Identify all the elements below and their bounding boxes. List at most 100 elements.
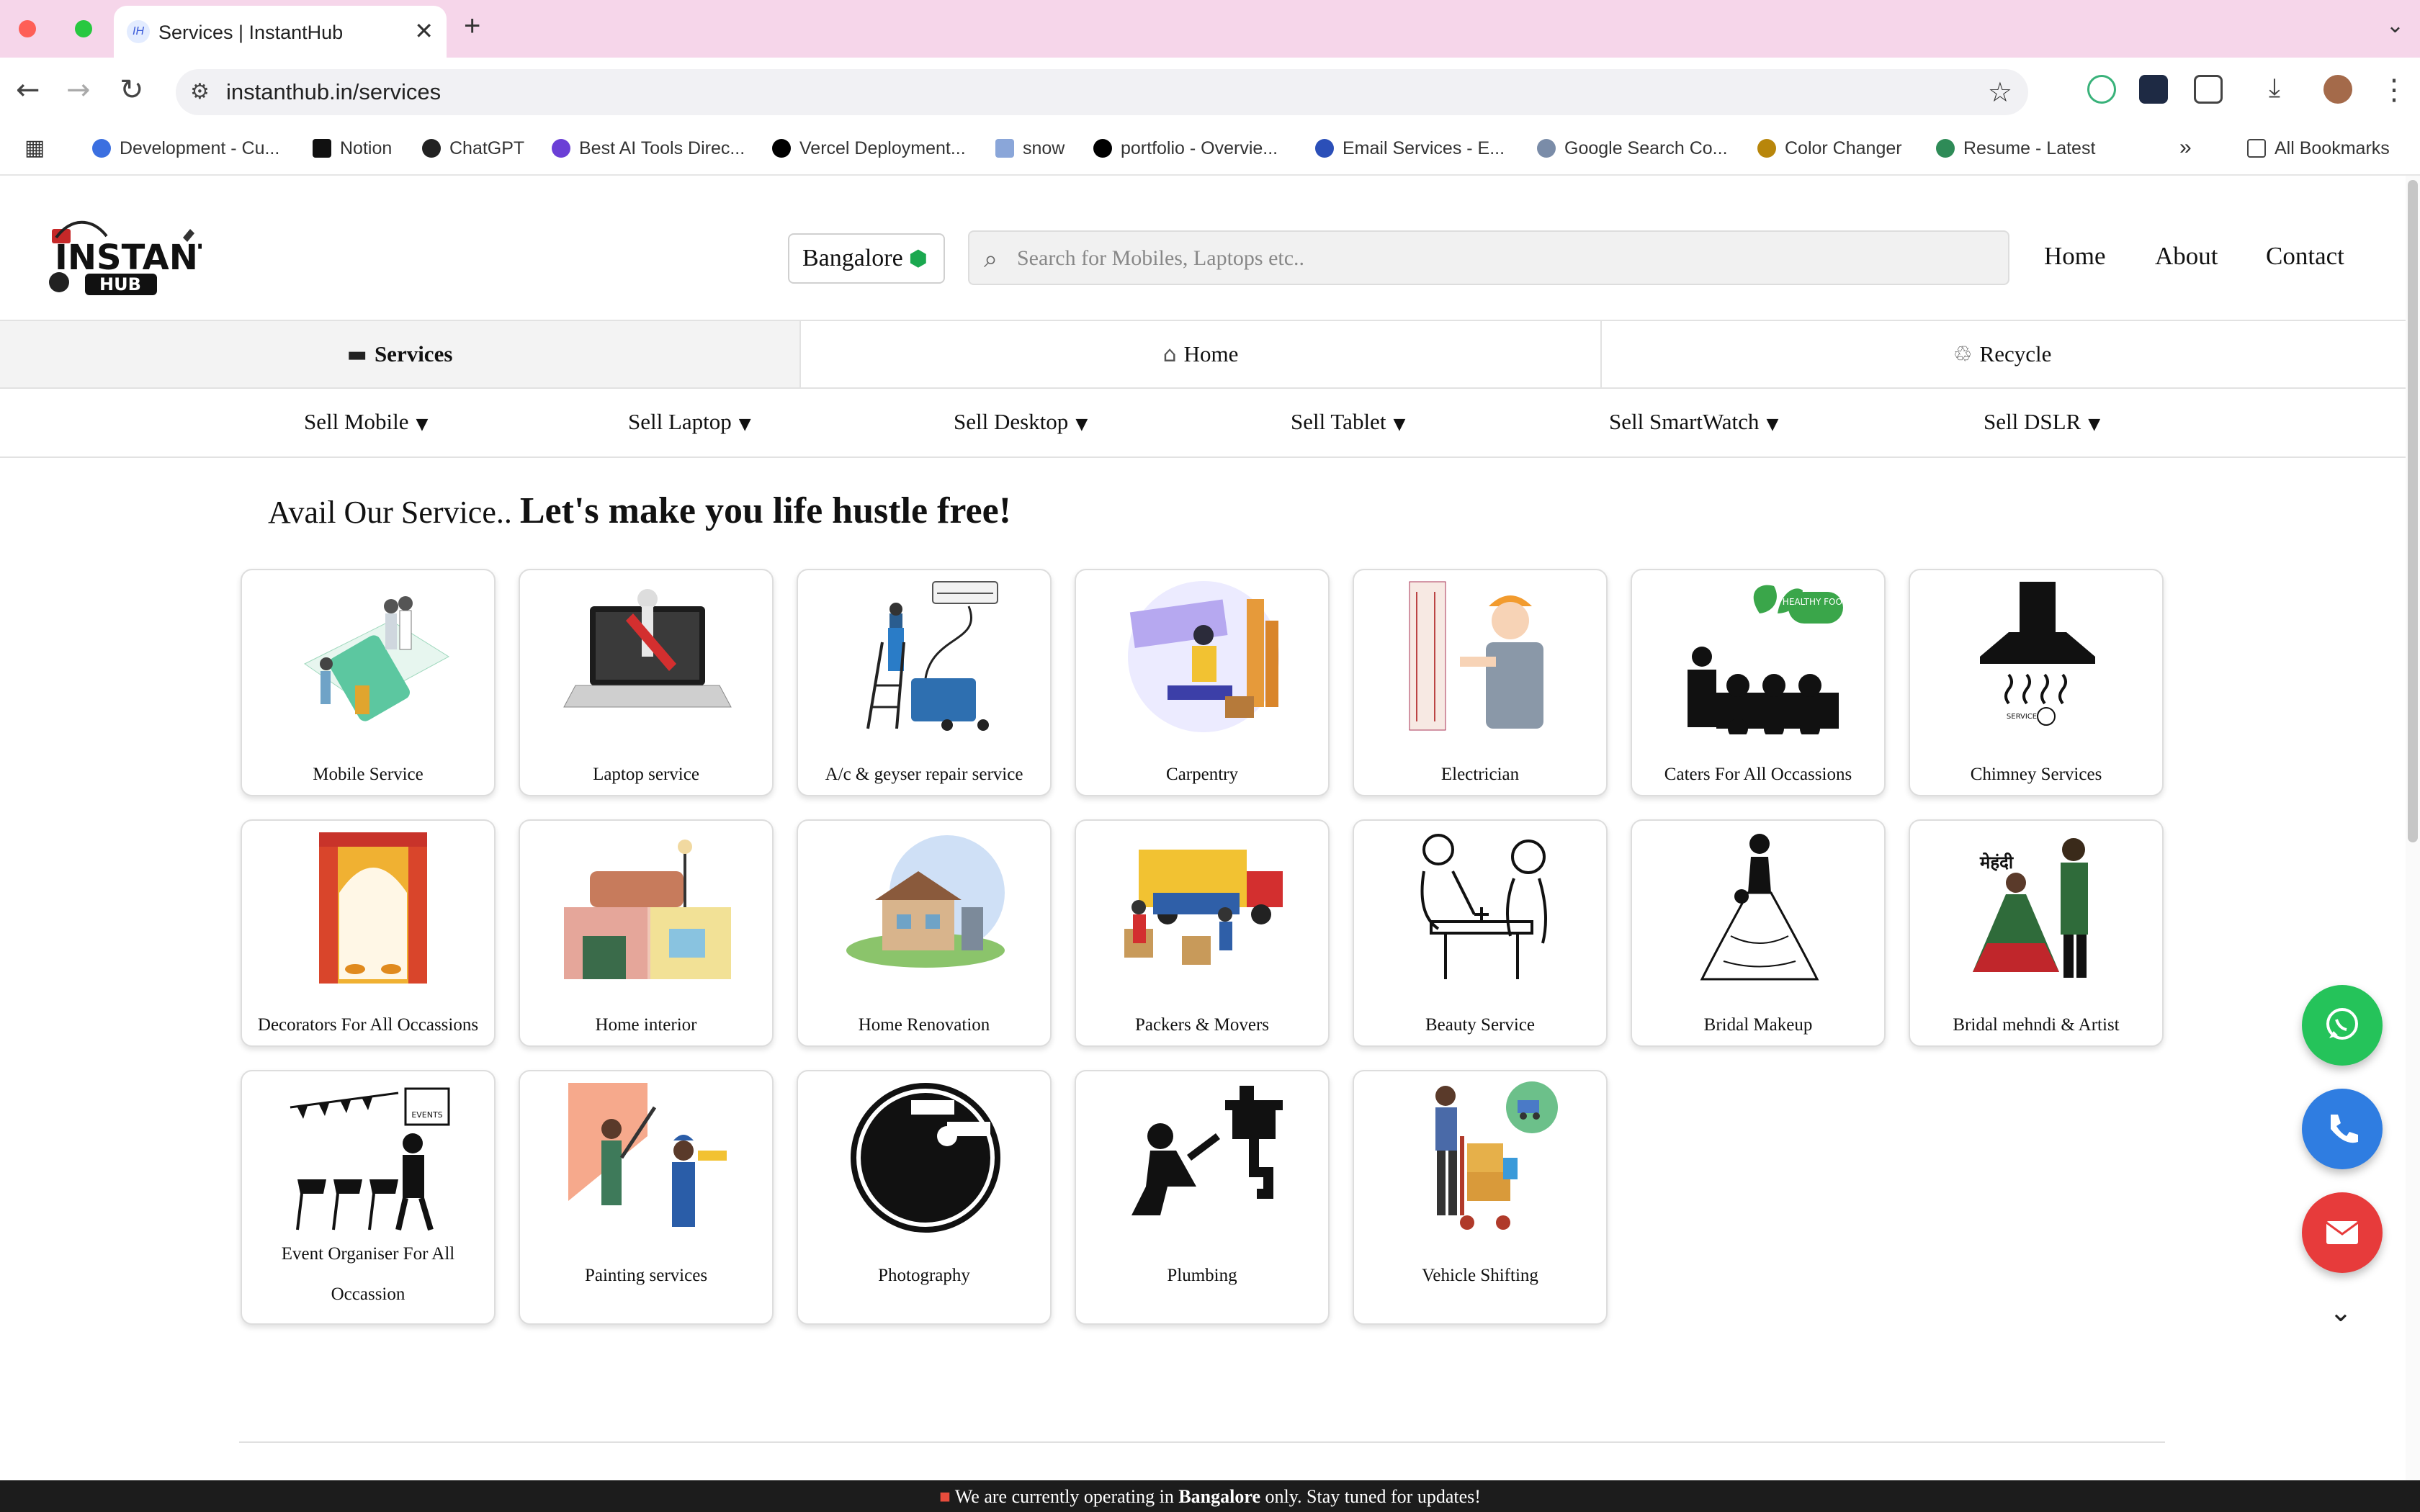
service-card-electrician[interactable]: Electrician	[1353, 569, 1608, 796]
whatsapp-button[interactable]	[2302, 985, 2383, 1066]
service-card-photography[interactable]: Photography	[797, 1070, 1052, 1325]
close-tab-icon[interactable]: ✕	[414, 17, 434, 45]
sell-mobile-dropdown[interactable]: Sell Mobile ▼	[304, 409, 428, 435]
bookmark-item[interactable]: Email Services - E...	[1315, 138, 1505, 159]
apps-grid-icon[interactable]: ▦	[24, 135, 45, 161]
city-selector[interactable]: Bangalore ⬢	[788, 233, 945, 284]
tab-search-chevron-icon[interactable]: ⌄	[2386, 13, 2404, 38]
bookmark-item[interactable]: Google Search Co...	[1537, 138, 1728, 159]
service-card-plumbing[interactable]: Plumbing	[1075, 1070, 1330, 1325]
sell-laptop-dropdown[interactable]: Sell Laptop ▼	[628, 409, 751, 435]
mail-icon	[2326, 1221, 2359, 1244]
service-card-decorators[interactable]: Decorators For All Occassions	[241, 819, 496, 1047]
tab-home[interactable]: ⌂ Home	[801, 321, 1602, 387]
service-card-vehicle-shifting[interactable]: Vehicle Shifting	[1353, 1070, 1608, 1325]
download-icon[interactable]: ⤓	[2269, 73, 2280, 104]
instanthub-logo[interactable]: INSTANT HUB	[42, 216, 202, 302]
profile-avatar[interactable]	[2323, 75, 2352, 104]
sell-smartwatch-dropdown[interactable]: Sell SmartWatch ▼	[1609, 409, 1778, 435]
bookmark-item[interactable]: Resume - Latest	[1936, 138, 2095, 159]
svg-text:SERVICE: SERVICE	[2007, 713, 2037, 721]
back-arrow-icon[interactable]: ←	[16, 73, 40, 107]
bookmark-item[interactable]: Notion	[313, 138, 392, 159]
chevron-down-icon: ▼	[2088, 415, 2101, 433]
service-card-ac-geyser[interactable]: A/c & geyser repair service	[797, 569, 1052, 796]
bookmark-favicon-icon	[772, 139, 791, 158]
service-card-chimney[interactable]: SERVICE Chimney Services	[1909, 569, 2164, 796]
reload-icon[interactable]: ↻	[120, 73, 144, 107]
painting-services-illustration	[568, 1083, 727, 1227]
more-bookmarks-icon[interactable]: »	[2179, 135, 2192, 160]
svg-text:HUB: HUB	[99, 274, 141, 294]
extension-1-icon[interactable]	[2087, 75, 2116, 104]
service-card-bridal-mehndi[interactable]: मेहंदी Bridal mehndi & Artist	[1909, 819, 2164, 1047]
nav-link-contact[interactable]: Contact	[2266, 242, 2344, 271]
service-card-home-interior[interactable]: Home interior	[519, 819, 774, 1047]
bookmark-item[interactable]: Development - Cu...	[92, 138, 279, 159]
bookmark-item[interactable]: snow	[995, 138, 1065, 159]
bookmark-item[interactable]: Color Changer	[1757, 138, 1902, 159]
service-label: Caters For All Occassions	[1664, 765, 1852, 784]
home-icon: ⌂	[1162, 342, 1177, 367]
scrollbar-thumb[interactable]	[2408, 180, 2418, 842]
bookmark-favicon-icon	[995, 139, 1014, 158]
service-label: Laptop service	[593, 765, 699, 784]
react-devtools-icon[interactable]	[2139, 75, 2168, 104]
svg-text:EVENTS: EVENTS	[411, 1110, 442, 1120]
home-renovation-illustration	[846, 835, 1005, 968]
bookmark-item[interactable]: Vercel Deployment...	[772, 138, 966, 159]
browser-toolbar: ← → ↻ ⚙ instanthub.in/services ☆ ⤓ ⋮	[0, 58, 2420, 127]
address-bar[interactable]: ⚙ instanthub.in/services ☆	[176, 69, 2028, 115]
sell-tablet-dropdown[interactable]: Sell Tablet ▼	[1291, 409, 1405, 435]
call-button[interactable]	[2302, 1089, 2383, 1169]
browser-tab[interactable]: IH Services | InstantHub ✕	[114, 6, 447, 58]
email-button[interactable]	[2302, 1192, 2383, 1273]
bookmark-item[interactable]: portfolio - Overvie...	[1093, 138, 1278, 159]
service-card-caters[interactable]: HEALTHY FOOD Caters For All Occassions	[1631, 569, 1886, 796]
service-card-mobile[interactable]: Mobile Service	[241, 569, 496, 796]
chevron-down-icon: ▼	[738, 415, 751, 433]
service-card-home-renovation[interactable]: Home Renovation	[797, 819, 1052, 1047]
photography-illustration	[851, 1083, 1000, 1233]
operating-area-banner: ■ We are currently operating in Bangalor…	[0, 1480, 2420, 1512]
svg-text:HEALTHY FOOD: HEALTHY FOOD	[1783, 597, 1846, 607]
bookmark-favicon-icon	[92, 139, 111, 158]
service-label: Packers & Movers	[1134, 1015, 1270, 1035]
extensions-puzzle-icon[interactable]	[2194, 75, 2223, 104]
service-card-laptop[interactable]: Laptop service	[519, 569, 774, 796]
sell-desktop-dropdown[interactable]: Sell Desktop ▼	[954, 409, 1088, 435]
chevron-down-icon: ▼	[1075, 415, 1088, 433]
service-card-bridal-makeup[interactable]: Bridal Makeup	[1631, 819, 1886, 1047]
close-window-button[interactable]	[19, 20, 36, 37]
bookmark-item[interactable]: ChatGPT	[422, 138, 524, 159]
collapse-chevron-icon[interactable]: ⌄	[2329, 1296, 2352, 1328]
event-organiser-illustration: EVENTS	[290, 1087, 450, 1231]
service-card-carpentry[interactable]: Carpentry	[1075, 569, 1330, 796]
url-text[interactable]: instanthub.in/services	[226, 79, 441, 105]
tab-recycle[interactable]: ♲ Recycle	[1602, 321, 2403, 387]
service-card-beauty[interactable]: Beauty Service	[1353, 819, 1608, 1047]
search-input[interactable]: ⌕ Search for Mobiles, Laptops etc..	[968, 230, 2009, 285]
bookmark-favicon-icon	[1757, 139, 1776, 158]
nav-link-home[interactable]: Home	[2044, 242, 2106, 271]
maximize-window-button[interactable]	[75, 20, 92, 37]
bookmark-item[interactable]: Best AI Tools Direc...	[552, 138, 745, 159]
bookmark-star-icon[interactable]: ☆	[1988, 76, 2012, 108]
service-card-painting[interactable]: Painting services	[519, 1070, 774, 1325]
carpentry-illustration	[1128, 581, 1279, 732]
site-settings-icon[interactable]: ⚙	[190, 79, 210, 104]
service-card-event-organiser[interactable]: EVENTS Event Organiser For All Occassion	[241, 1070, 496, 1325]
chimney-illustration: SERVICE	[1980, 582, 2095, 726]
browser-menu-icon[interactable]: ⋮	[2380, 73, 2408, 107]
chevron-down-icon: ▼	[1393, 415, 1406, 433]
tab-services[interactable]: ▬ Services	[0, 321, 801, 387]
vehicle-shifting-illustration	[1435, 1081, 1558, 1230]
site-favicon-icon: IH	[127, 20, 150, 43]
new-tab-icon[interactable]: +	[464, 10, 480, 42]
all-bookmarks-folder[interactable]: All Bookmarks	[2247, 138, 2390, 159]
forward-arrow-icon[interactable]: →	[66, 73, 91, 107]
sell-dslr-dropdown[interactable]: Sell DSLR ▼	[1984, 409, 2100, 435]
bookmark-favicon-icon	[1093, 139, 1112, 158]
nav-link-about[interactable]: About	[2155, 242, 2218, 271]
service-card-packers-movers[interactable]: Packers & Movers	[1075, 819, 1330, 1047]
